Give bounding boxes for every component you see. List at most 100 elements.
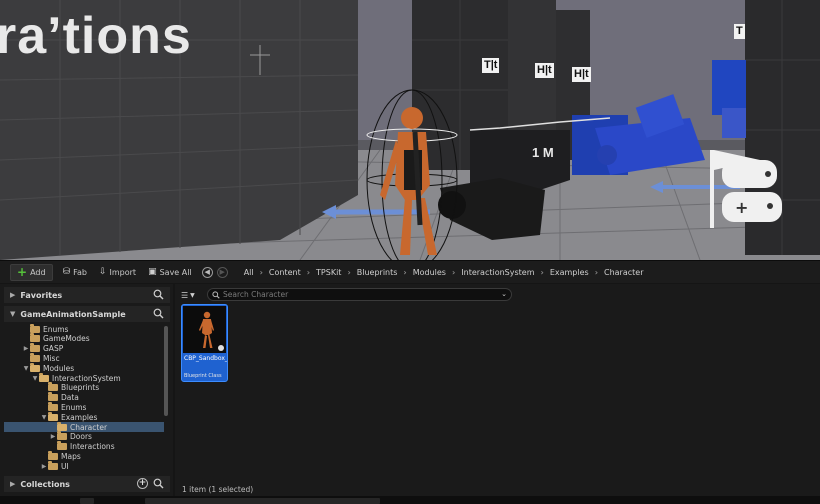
folder-icon — [30, 362, 40, 372]
forward-arrow-icon[interactable]: ▶ — [216, 266, 228, 278]
tree-item-label: Character — [70, 422, 108, 432]
import-button-label: Import — [109, 267, 137, 277]
item-count-status: 1 item (1 selected) — [182, 485, 254, 494]
breadcrumb-item[interactable]: Content — [263, 268, 307, 277]
level-viewport[interactable]: + ra’tions T|t H|t H|t T 1 M — [0, 0, 820, 260]
fab-icon: ⛁ — [62, 267, 71, 277]
chevron-down-icon[interactable]: ⌄ — [501, 290, 507, 298]
favorites-label: Favorites — [20, 290, 63, 300]
caret-down-icon[interactable]: ▼ — [40, 414, 48, 421]
tree-item-label: GameModes — [43, 334, 90, 344]
tree-item-data[interactable]: Data — [4, 392, 164, 403]
search-icon[interactable] — [153, 308, 164, 319]
import-button[interactable]: ⇩ Import — [93, 264, 142, 281]
tree-item-label: InteractionSystem — [52, 373, 121, 383]
caret-down-icon[interactable]: ▼ — [22, 365, 30, 372]
collections-label: Collections — [20, 479, 70, 489]
folder-icon — [30, 343, 40, 353]
tree-item-gamemodes[interactable]: GameModes — [4, 333, 164, 344]
breadcrumb-item[interactable]: Character — [598, 268, 650, 277]
tree-item-label: Interactions — [70, 442, 115, 452]
tree-item-label: Modules — [43, 363, 75, 373]
box-label: T|t — [482, 58, 500, 73]
folder-icon — [57, 431, 67, 441]
box-label: H|t — [535, 63, 554, 78]
asset-thumbnail — [183, 306, 226, 353]
box-label: T — [734, 24, 745, 39]
tree-scrollbar[interactable] — [164, 326, 168, 416]
fab-button[interactable]: ⛁ Fab — [57, 264, 93, 281]
tree-item-enums[interactable]: Enums — [4, 324, 164, 334]
tree-item-doors[interactable]: ▶ Doors — [4, 431, 164, 442]
tree-item-blueprints[interactable]: Blueprints — [4, 382, 164, 393]
folder-icon — [39, 372, 49, 382]
folder-icon — [48, 450, 58, 460]
asset-view: ☰ ▼ ⌄ CBP_Sandbox_Shooter_... Blueprint … — [175, 284, 820, 496]
add-button[interactable]: + Add — [10, 263, 53, 281]
collections-section-header[interactable]: ▶ Collections + — [4, 476, 170, 492]
tree-item-character[interactable]: Character — [4, 421, 164, 432]
back-arrow-icon[interactable]: ◀ — [201, 266, 213, 278]
breadcrumb-item[interactable]: All — [238, 268, 260, 277]
breadcrumb-item[interactable]: Blueprints — [351, 268, 404, 277]
filter-button[interactable]: ☰ ▼ — [181, 289, 203, 301]
folder-icon — [57, 441, 67, 451]
asset-search-box[interactable]: ⌄ — [207, 288, 512, 301]
folder-icon — [48, 382, 58, 392]
caret-down-icon: ▼ — [10, 310, 16, 318]
tree-item-label: Examples — [61, 412, 98, 422]
folder-icon — [48, 392, 58, 402]
asset-search-input[interactable] — [223, 290, 493, 299]
search-icon[interactable] — [153, 289, 164, 300]
folder-icon — [48, 460, 58, 470]
add-collection-icon[interactable]: + — [137, 478, 148, 489]
status-chip[interactable] — [80, 498, 94, 504]
caret-right-icon[interactable]: ▶ — [22, 345, 30, 352]
tree-item-examples[interactable]: ▼ Examples — [4, 411, 164, 422]
import-icon: ⇩ — [98, 267, 107, 277]
project-root-label: GameAnimationSample — [20, 309, 126, 319]
box-label: H|t — [572, 67, 591, 82]
project-root-header[interactable]: ▼ GameAnimationSample — [4, 306, 170, 322]
tree-item-enums[interactable]: Enums — [4, 401, 164, 412]
tree-item-label: Blueprints — [61, 383, 100, 393]
tree-item-interactions[interactable]: Interactions — [4, 441, 164, 452]
tree-item-maps[interactable]: Maps — [4, 450, 164, 461]
search-icon — [212, 290, 220, 299]
tree-item-label: GASP — [43, 344, 64, 354]
save-icon: ▣ — [148, 267, 157, 277]
distance-label: 1 M — [532, 145, 554, 160]
favorites-section-header[interactable]: ▶ Favorites — [4, 287, 170, 303]
status-bar — [0, 496, 820, 504]
tree-item-label: Misc — [43, 353, 60, 363]
tree-item-label: Data — [61, 393, 79, 403]
wall-sign-text: ra’tions — [0, 7, 192, 65]
folder-icon — [30, 333, 40, 343]
tree-item-label: UI — [61, 461, 69, 471]
breadcrumb: All › Content › TPSKit › Blueprints › Mo… — [238, 264, 650, 281]
caret-right-icon[interactable]: ▶ — [40, 463, 48, 470]
search-icon[interactable] — [153, 478, 164, 489]
save-all-button[interactable]: ▣ Save All — [142, 264, 198, 281]
breadcrumb-item[interactable]: Modules — [407, 268, 452, 277]
caret-right-icon[interactable]: ▶ — [49, 433, 57, 440]
caret-right-icon: ▶ — [10, 291, 16, 299]
tree-item-ui[interactable]: ▶ UI — [4, 460, 164, 471]
breadcrumb-item[interactable]: TPSKit — [310, 268, 347, 277]
breadcrumb-item[interactable]: Examples — [544, 268, 595, 277]
tree-item-misc[interactable]: Misc — [4, 352, 164, 363]
add-button-label: Add — [30, 267, 46, 277]
tree-item-interactionsystem[interactable]: ▼ InteractionSystem — [4, 372, 164, 383]
caret-down-icon[interactable]: ▼ — [31, 375, 39, 382]
status-chip[interactable] — [145, 498, 380, 504]
filter-icon: ☰ — [181, 290, 189, 300]
fab-button-label: Fab — [73, 267, 87, 277]
tree-item-modules[interactable]: ▼ Modules — [4, 362, 164, 373]
folder-icon — [57, 421, 67, 431]
folder-icon — [30, 324, 40, 333]
tree-item-gasp[interactable]: ▶ GASP — [4, 343, 164, 354]
breadcrumb-item[interactable]: InteractionSystem — [455, 268, 540, 277]
chevron-down-icon: ▼ — [190, 291, 195, 299]
plus-icon: + — [17, 265, 28, 279]
asset-tile[interactable]: CBP_Sandbox_Shooter_... Blueprint Class — [181, 304, 228, 382]
